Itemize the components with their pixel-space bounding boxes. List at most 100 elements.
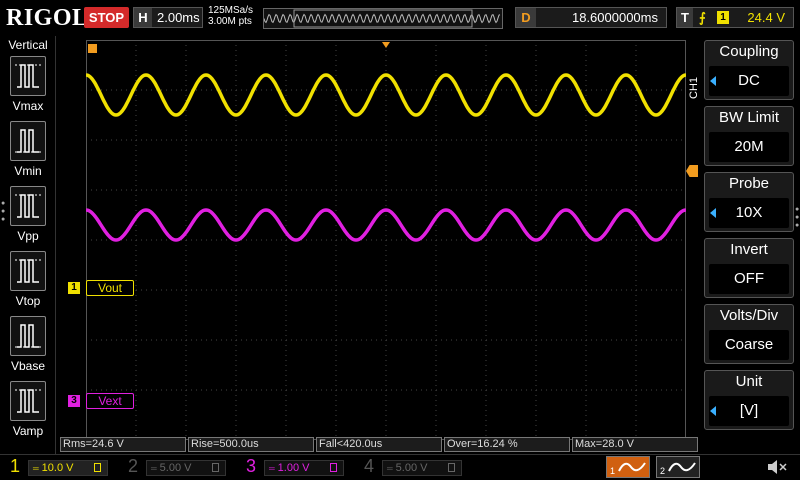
channel-1-offset-marker[interactable]: 1 [68, 282, 80, 294]
menu-bw-limit-item[interactable]: BW Limit 20M [704, 106, 794, 166]
scale-value: 5.00 V [159, 462, 192, 474]
vmax-icon [10, 56, 46, 96]
measure-panel: Vertical Vmax Vmin Vpp Vtop Vbase Vamp [0, 36, 56, 456]
measure-label: Vamp [12, 424, 44, 438]
measure-vmin-button[interactable]: Vmin [10, 121, 46, 178]
rising-edge-icon: ⨍ [699, 10, 706, 25]
bw-limit-icon [212, 463, 219, 472]
measure-vpp-button[interactable]: Vpp [10, 186, 46, 243]
channel-3-offset-marker[interactable]: 3 [68, 395, 80, 407]
channel-number: 3 [245, 456, 256, 476]
channel-scale: ═ 10.0 V [28, 460, 108, 476]
trigger-label: T [677, 8, 693, 27]
brand-logo: RIGOL [6, 5, 89, 31]
menu-title: Unit [735, 373, 763, 390]
math-function-2-button[interactable]: 2 [656, 456, 700, 478]
measure-label: Vmax [12, 99, 44, 113]
cycle-arrow-icon [710, 406, 716, 416]
run-stop-button[interactable]: STOP [84, 7, 129, 28]
channel-1-status[interactable]: 1 ═ 10.0 V [4, 456, 116, 478]
menu-title: Coupling [719, 43, 779, 60]
channel-4-status[interactable]: 4 ═ 5.00 V [358, 456, 470, 478]
measure-vamp-button[interactable]: Vamp [10, 381, 46, 438]
measurement-result: Fall<420.0us [316, 437, 442, 452]
menu-value: Coarse [709, 330, 789, 360]
vtop-icon [10, 251, 46, 291]
acquisition-info: 125MSa/s 3.00M pts [208, 5, 253, 27]
channel-tag: CH1 [688, 77, 700, 100]
bw-limit-icon [330, 463, 337, 472]
delay-label: D [516, 8, 536, 27]
menu-title: Volts/Div [719, 307, 779, 324]
channel-menu: Coupling DC BW Limit 20M Probe 10X Invert OFF Vo… [704, 40, 794, 436]
cycle-arrow-icon [710, 76, 716, 86]
scroll-dots-right: ● ● ● [795, 206, 800, 229]
top-status-bar: RIGOL STOP H 2.00ms 125MSa/s 3.00M pts D… [0, 0, 800, 36]
menu-volts-div-item[interactable]: Volts/Div Coarse [704, 304, 794, 364]
vmin-icon [10, 121, 46, 161]
menu-value: 10X [709, 198, 789, 228]
menu-coupling-item[interactable]: Coupling DC [704, 40, 794, 100]
measure-vmax-button[interactable]: Vmax [10, 56, 46, 113]
channel-number: 4 [363, 456, 374, 476]
measure-category: Vertical [8, 38, 48, 52]
measure-vbase-button[interactable]: Vbase [10, 316, 46, 373]
menu-invert-item[interactable]: Invert OFF [704, 238, 794, 298]
scale-value: 1.00 V [277, 462, 310, 474]
delay-value: 18.6000000ms [571, 10, 658, 25]
channel-number: 1 [9, 456, 20, 476]
measurement-results: Rms=24.6 V Rise=500.0us Fall<420.0us Over=1… [60, 437, 702, 452]
speaker-mute-icon[interactable] [765, 458, 789, 476]
scale-value: 10.0 V [41, 462, 74, 474]
trigger-time-marker-icon [88, 44, 97, 53]
channel-3-status[interactable]: 3 ═ 1.00 V [240, 456, 352, 478]
dc-coupling-icon: ═ [33, 464, 39, 473]
scale-value: 5.00 V [395, 462, 428, 474]
vbase-icon [10, 316, 46, 356]
dc-coupling-icon: ═ [151, 464, 157, 473]
math-function-1-button[interactable]: 1 [606, 456, 650, 478]
trigger-source: 1 [717, 11, 729, 24]
channel-scale: ═ 5.00 V [382, 460, 462, 476]
measurement-result: Rise=500.0us [188, 437, 314, 452]
menu-unit-item[interactable]: Unit [V] [704, 370, 794, 430]
channel-2-status[interactable]: 2 ═ 5.00 V [122, 456, 234, 478]
menu-title: Probe [728, 175, 770, 192]
delay-box[interactable]: D 18.6000000ms [515, 7, 667, 28]
dc-coupling-icon: ═ [269, 464, 275, 473]
menu-value: OFF [709, 264, 789, 294]
function-number: 2 [660, 466, 665, 476]
menu-probe-item[interactable]: Probe 10X [704, 172, 794, 232]
memory-overview-bar [263, 8, 503, 29]
trigger-box[interactable]: T ⨍ 1 24.4 V [676, 7, 794, 28]
bw-limit-icon [448, 463, 455, 472]
trigger-position-icon [382, 42, 390, 48]
trigger-level-marker-icon[interactable] [686, 165, 698, 177]
menu-value: DC [709, 66, 789, 96]
measurement-result: Rms=24.6 V [60, 437, 186, 452]
bw-limit-icon [94, 463, 101, 472]
channel-scale: ═ 1.00 V [264, 460, 344, 476]
vamp-icon [10, 381, 46, 421]
channel-status-bar: 1 ═ 10.0 V 2 ═ 5.00 V 3 ═ 1.00 V 4 ═ 5.00 V12 [0, 454, 800, 480]
channel-label: Vout [86, 280, 134, 296]
horizontal-timebase[interactable]: H 2.00ms [133, 7, 203, 28]
timebase-value: 2.00ms [157, 10, 200, 25]
dc-coupling-icon: ═ [387, 464, 393, 473]
menu-value: 20M [709, 132, 789, 162]
trigger-level: 24.4 V [747, 10, 785, 25]
sample-rate: 125MSa/s [208, 5, 254, 16]
measure-vtop-button[interactable]: Vtop [10, 251, 46, 308]
measure-label: Vmin [14, 164, 42, 178]
menu-value: [V] [709, 396, 789, 426]
memory-overview-wave [263, 9, 501, 28]
measure-label: Vtop [15, 294, 41, 308]
measurement-result: Over=16.24 % [444, 437, 570, 452]
menu-title: BW Limit [719, 109, 779, 126]
vpp-icon [10, 186, 46, 226]
horizontal-label: H [134, 8, 152, 27]
menu-title: Invert [730, 241, 768, 258]
measure-label: Vbase [10, 359, 46, 373]
cycle-arrow-icon [710, 208, 716, 218]
waveform-grid[interactable] [86, 40, 686, 440]
